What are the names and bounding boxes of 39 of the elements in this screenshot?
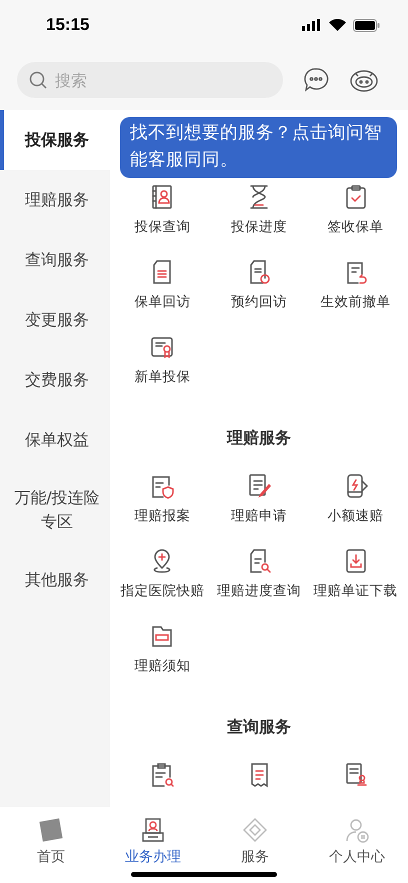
- sidebar-item[interactable]: 保单权益: [0, 410, 110, 470]
- service-label[interactable]: 保单回访: [134, 292, 190, 312]
- service-label[interactable]: 小额速赔: [328, 506, 384, 526]
- service-label[interactable]: 签收保单: [328, 217, 384, 237]
- diamond-icon: [242, 817, 268, 843]
- tab-item[interactable]: 业务办理: [102, 807, 204, 883]
- service-label[interactable]: 生效前撤单: [320, 292, 391, 312]
- tab-item[interactable]: 首页: [0, 807, 102, 883]
- service-label[interactable]: 理赔申请: [230, 506, 287, 526]
- service-label[interactable]: 理赔报案: [134, 506, 190, 526]
- wifi-icon: [329, 19, 346, 31]
- service-label[interactable]: 理赔进度查询: [216, 581, 301, 601]
- tab-item[interactable]: 个人中心: [306, 807, 408, 883]
- signal-icon: [302, 19, 322, 31]
- battery-icon: [353, 18, 380, 32]
- sidebar-item[interactable]: 理赔服务: [0, 170, 110, 230]
- service-label[interactable]: 理赔单证下载: [314, 581, 398, 601]
- section-title: 理赔服务: [226, 427, 292, 448]
- service-label[interactable]: 投保查询: [134, 217, 190, 237]
- tip-bubble[interactable]: 找不到想要的服务？点击询问智能客服同同。: [120, 117, 397, 178]
- tab-item[interactable]: 服务: [204, 807, 306, 883]
- sidebar-item[interactable]: 查询服务: [0, 230, 110, 290]
- sidebar-item[interactable]: 万能/投连险专区: [0, 470, 110, 550]
- chat-icon[interactable]: [303, 67, 329, 93]
- sidebar-item[interactable]: 变更服务: [0, 290, 110, 350]
- service-label[interactable]: 理赔须知: [134, 656, 190, 676]
- search-field[interactable]: 搜索: [17, 62, 283, 98]
- section-title: 查询服务: [226, 716, 292, 737]
- search-icon: [29, 71, 47, 89]
- service-label[interactable]: 预约回访: [230, 292, 287, 312]
- service-label[interactable]: 投保进度: [230, 217, 287, 237]
- person-card-icon: [140, 817, 166, 843]
- sidebar-item[interactable]: 其他服务: [0, 550, 110, 610]
- sidebar-item[interactable]: 交费服务: [0, 350, 110, 410]
- person-icon: [344, 817, 370, 843]
- service-label[interactable]: 指定医院快赔: [120, 581, 204, 601]
- service-label[interactable]: 新单投保: [134, 367, 190, 387]
- status-time: 15:15: [46, 15, 90, 35]
- sidebar-item[interactable]: 投保服务: [0, 110, 110, 170]
